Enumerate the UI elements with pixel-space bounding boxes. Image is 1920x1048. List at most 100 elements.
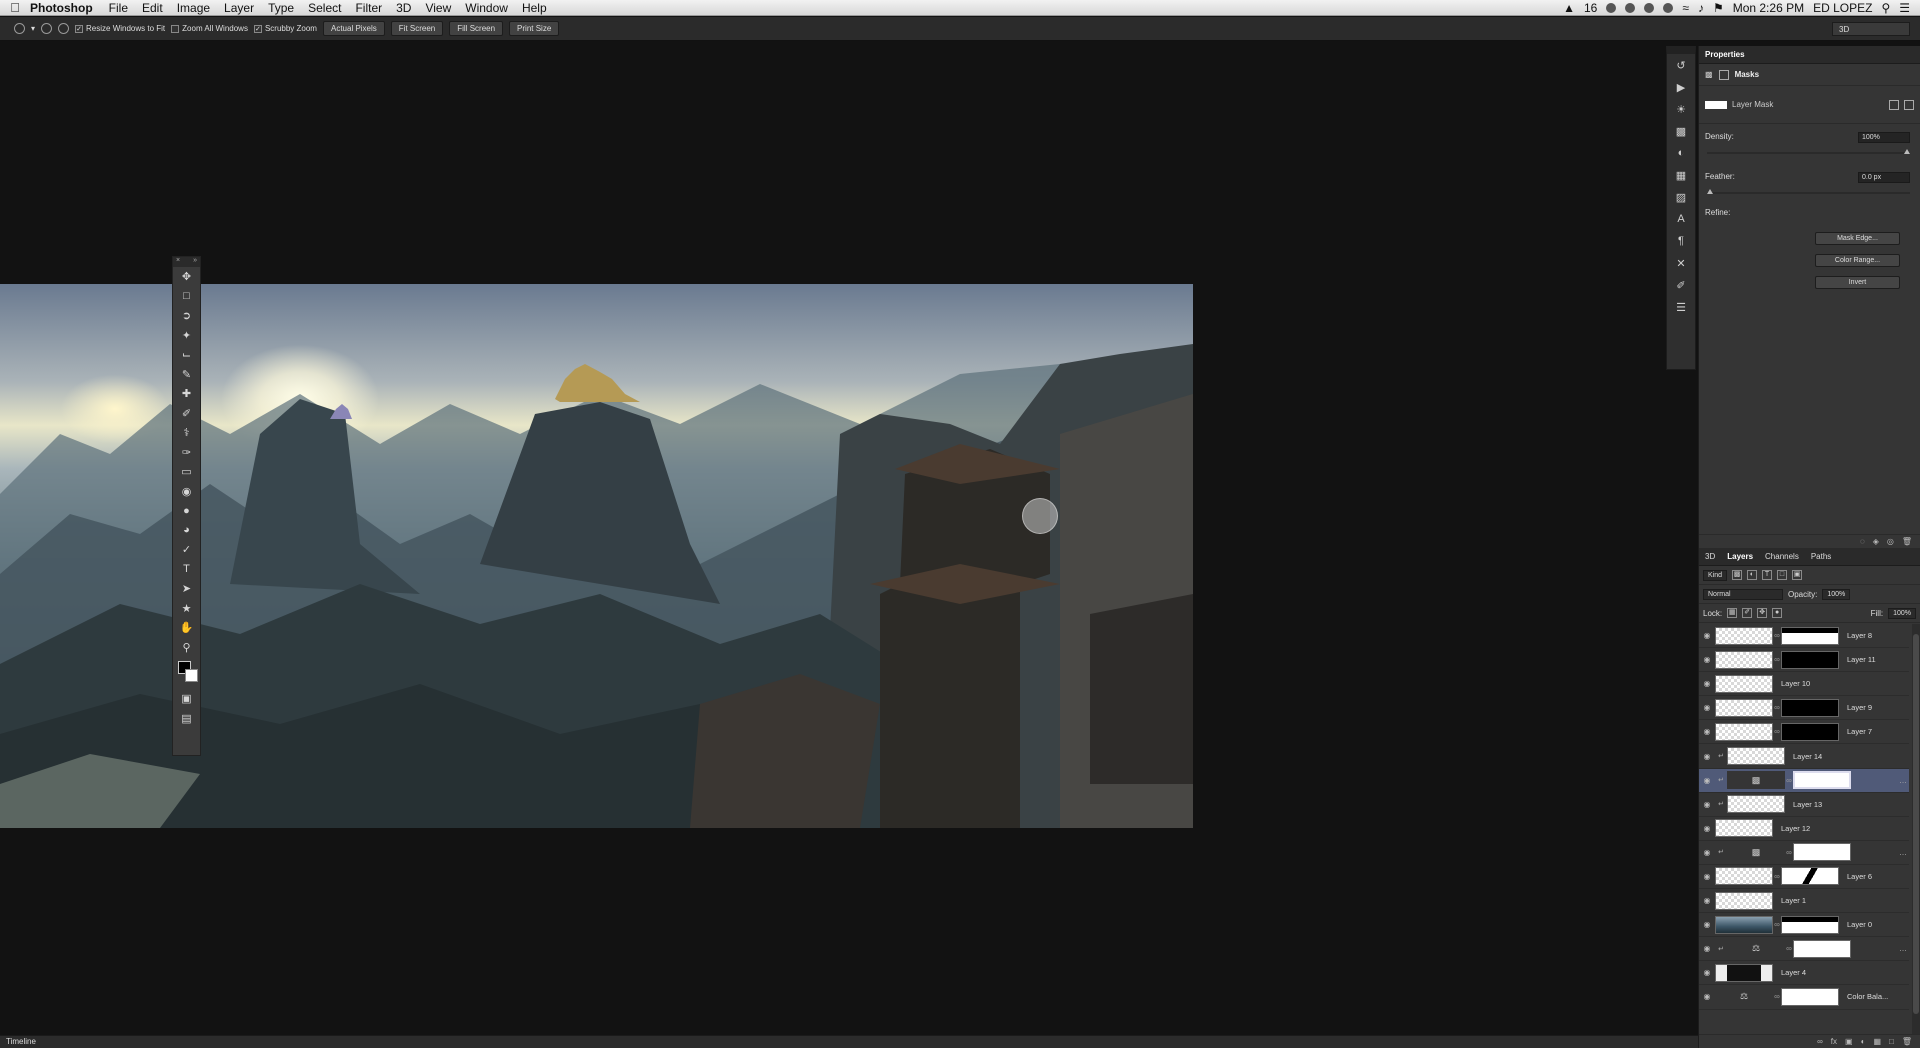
fill-input[interactable]: 100% — [1888, 607, 1916, 619]
swatches-panel-icon[interactable]: ▦ — [1667, 164, 1695, 186]
trash-icon[interactable]: 🗑 — [1902, 537, 1912, 546]
path-selection-tool-icon[interactable]: ➤ — [173, 579, 200, 599]
eye-icon[interactable]: ◉ — [1699, 968, 1715, 977]
mask-edge-button[interactable]: Mask Edge... — [1815, 232, 1900, 245]
clone-stamp-tool-icon[interactable]: ⚕ — [173, 423, 200, 443]
blur-tool-icon[interactable]: ● — [173, 501, 200, 521]
type-filter-icon[interactable]: T — [1762, 570, 1773, 580]
eye-icon[interactable]: ◉ — [1699, 655, 1715, 664]
visibility-icon[interactable]: ◎ — [1887, 537, 1894, 546]
slider-knob[interactable] — [1904, 149, 1910, 154]
link-icon[interactable]: ∞ — [1773, 920, 1781, 929]
app-name-menu[interactable]: Photoshop — [30, 1, 93, 15]
adobe-badge-icon[interactable]: ▲ — [1563, 1, 1575, 15]
link-icon[interactable]: ∞ — [1785, 776, 1793, 785]
brush-tool-icon[interactable]: ✐ — [173, 404, 200, 424]
bluetooth-icon[interactable] — [1663, 2, 1674, 13]
fill-screen-button[interactable]: Fill Screen — [449, 21, 504, 36]
history-panel-icon[interactable]: ↺ — [1667, 54, 1695, 76]
invert-button[interactable]: Invert — [1815, 276, 1900, 289]
sync-icon[interactable] — [1625, 2, 1636, 13]
actions-panel-icon[interactable]: ▶ — [1667, 76, 1695, 98]
adjustments-panel-icon[interactable]: ☀ — [1667, 98, 1695, 120]
mask-thumbnail[interactable] — [1781, 626, 1839, 645]
tab-layers[interactable]: Layers — [1725, 549, 1755, 564]
styles-panel-icon[interactable]: ▨ — [1667, 186, 1695, 208]
mask-thumbnail[interactable] — [1793, 939, 1851, 958]
dodge-tool-icon[interactable]: ◕ — [173, 521, 200, 541]
menu-3d[interactable]: 3D — [396, 1, 411, 15]
pen-tool-icon[interactable]: ✓ — [173, 540, 200, 560]
link-layers-icon[interactable]: ∞ — [1817, 1037, 1823, 1046]
histogram-panel-icon[interactable]: ▩ — [1667, 120, 1695, 142]
timeline-panel[interactable]: Timeline — [0, 1035, 1698, 1048]
tool-preset-chevron-icon[interactable]: ▾ — [31, 24, 35, 33]
flag-icon[interactable]: ⚑ — [1713, 1, 1724, 15]
layer-row[interactable]: ◉ ↵ Layer 14 — [1699, 744, 1909, 769]
zoom-all-windows-checkbox[interactable]: Zoom All Windows — [171, 24, 248, 33]
load-selection-icon[interactable]: ◌ — [1860, 537, 1865, 546]
lock-all-icon[interactable]: ● — [1772, 608, 1783, 618]
density-input[interactable]: 100% — [1858, 132, 1910, 143]
brush-presets-panel-icon[interactable]: ☰ — [1667, 296, 1695, 318]
feather-slider[interactable] — [1707, 189, 1910, 194]
new-group-icon[interactable]: ▦ — [1873, 1037, 1881, 1046]
link-icon[interactable]: ∞ — [1773, 703, 1781, 712]
layer-row[interactable]: ◉ ∞ Layer 0 — [1699, 913, 1909, 938]
menu-window[interactable]: Window — [465, 1, 508, 15]
shape-tool-icon[interactable]: ★ — [173, 599, 200, 619]
eye-icon[interactable]: ◉ — [1699, 872, 1715, 881]
type-tool-icon[interactable]: T — [173, 560, 200, 580]
adjustment-icon[interactable]: ▩ — [1705, 70, 1713, 79]
paint-bucket-tool-icon[interactable]: ◉ — [173, 482, 200, 502]
apply-mask-icon[interactable]: ◈ — [1873, 537, 1879, 546]
mask-thumbnail[interactable] — [1793, 771, 1851, 790]
eye-icon[interactable]: ◉ — [1699, 703, 1715, 712]
layer-row[interactable]: ◉ Layer 10 — [1699, 672, 1909, 697]
layer-row[interactable]: ◉ ↵ ▩ ∞… — [1699, 841, 1909, 865]
menu-edit[interactable]: Edit — [142, 1, 163, 15]
eraser-tool-icon[interactable]: ▭ — [173, 462, 200, 482]
mask-thumbnail[interactable] — [1781, 867, 1839, 886]
density-slider[interactable] — [1707, 149, 1910, 154]
mask-thumbnail[interactable] — [1781, 915, 1839, 934]
menu-file[interactable]: File — [109, 1, 128, 15]
layer-row[interactable]: ◉ ∞ Layer 6 — [1699, 865, 1909, 890]
link-icon[interactable]: ∞ — [1773, 631, 1781, 640]
eyedropper-tool-icon[interactable]: ✎ — [173, 365, 200, 385]
zoom-in-icon[interactable] — [41, 23, 53, 34]
eye-icon[interactable]: ◉ — [1699, 752, 1715, 761]
scrollbar-thumb[interactable] — [1913, 634, 1919, 1014]
wifi-icon[interactable]: ≈ — [1682, 1, 1689, 15]
dropbox-icon[interactable] — [1606, 2, 1617, 13]
mask-thumbnail[interactable] — [1781, 698, 1839, 717]
eye-icon[interactable]: ◉ — [1699, 944, 1715, 953]
lock-pixels-icon[interactable]: ✐ — [1742, 608, 1753, 618]
paragraph-panel-icon[interactable]: ¶ — [1667, 230, 1695, 252]
link-icon[interactable]: ∞ — [1773, 727, 1781, 736]
layer-row[interactable]: ◉ ∞ Layer 11 — [1699, 648, 1909, 673]
zoom-out-icon[interactable] — [58, 23, 70, 34]
hand-tool-icon[interactable]: ✋ — [173, 618, 200, 638]
menu-help[interactable]: Help — [522, 1, 547, 15]
blend-mode-select[interactable]: Normal — [1703, 588, 1783, 600]
feather-input[interactable]: 0.0 px — [1858, 172, 1910, 183]
tool-presets-panel-icon[interactable]: ✕ — [1667, 252, 1695, 274]
fx-icon[interactable]: fx — [1831, 1037, 1837, 1046]
opacity-input[interactable]: 100% — [1822, 588, 1851, 600]
mask-icon[interactable] — [1718, 69, 1729, 80]
background-color-swatch[interactable] — [185, 669, 198, 682]
mask-thumbnail[interactable] — [1793, 843, 1851, 862]
notification-center-icon[interactable]: ☰ — [1899, 1, 1910, 15]
menu-layer[interactable]: Layer — [224, 1, 254, 15]
layer-row[interactable]: ◉ ⚖ ∞ Color Bala... — [1699, 985, 1909, 1010]
tab-properties[interactable]: Properties — [1703, 47, 1747, 62]
eye-icon[interactable]: ◉ — [1699, 848, 1715, 857]
eye-icon[interactable]: ◉ — [1699, 896, 1715, 905]
close-icon[interactable]: × — [176, 257, 180, 267]
user-name[interactable]: ED LOPEZ — [1813, 1, 1872, 15]
new-adjustment-icon[interactable]: ◐ — [1861, 1037, 1866, 1046]
lock-transparent-icon[interactable]: ▦ — [1727, 608, 1738, 618]
history-brush-tool-icon[interactable]: ✑ — [173, 443, 200, 463]
magic-wand-tool-icon[interactable]: ✦ — [173, 326, 200, 346]
